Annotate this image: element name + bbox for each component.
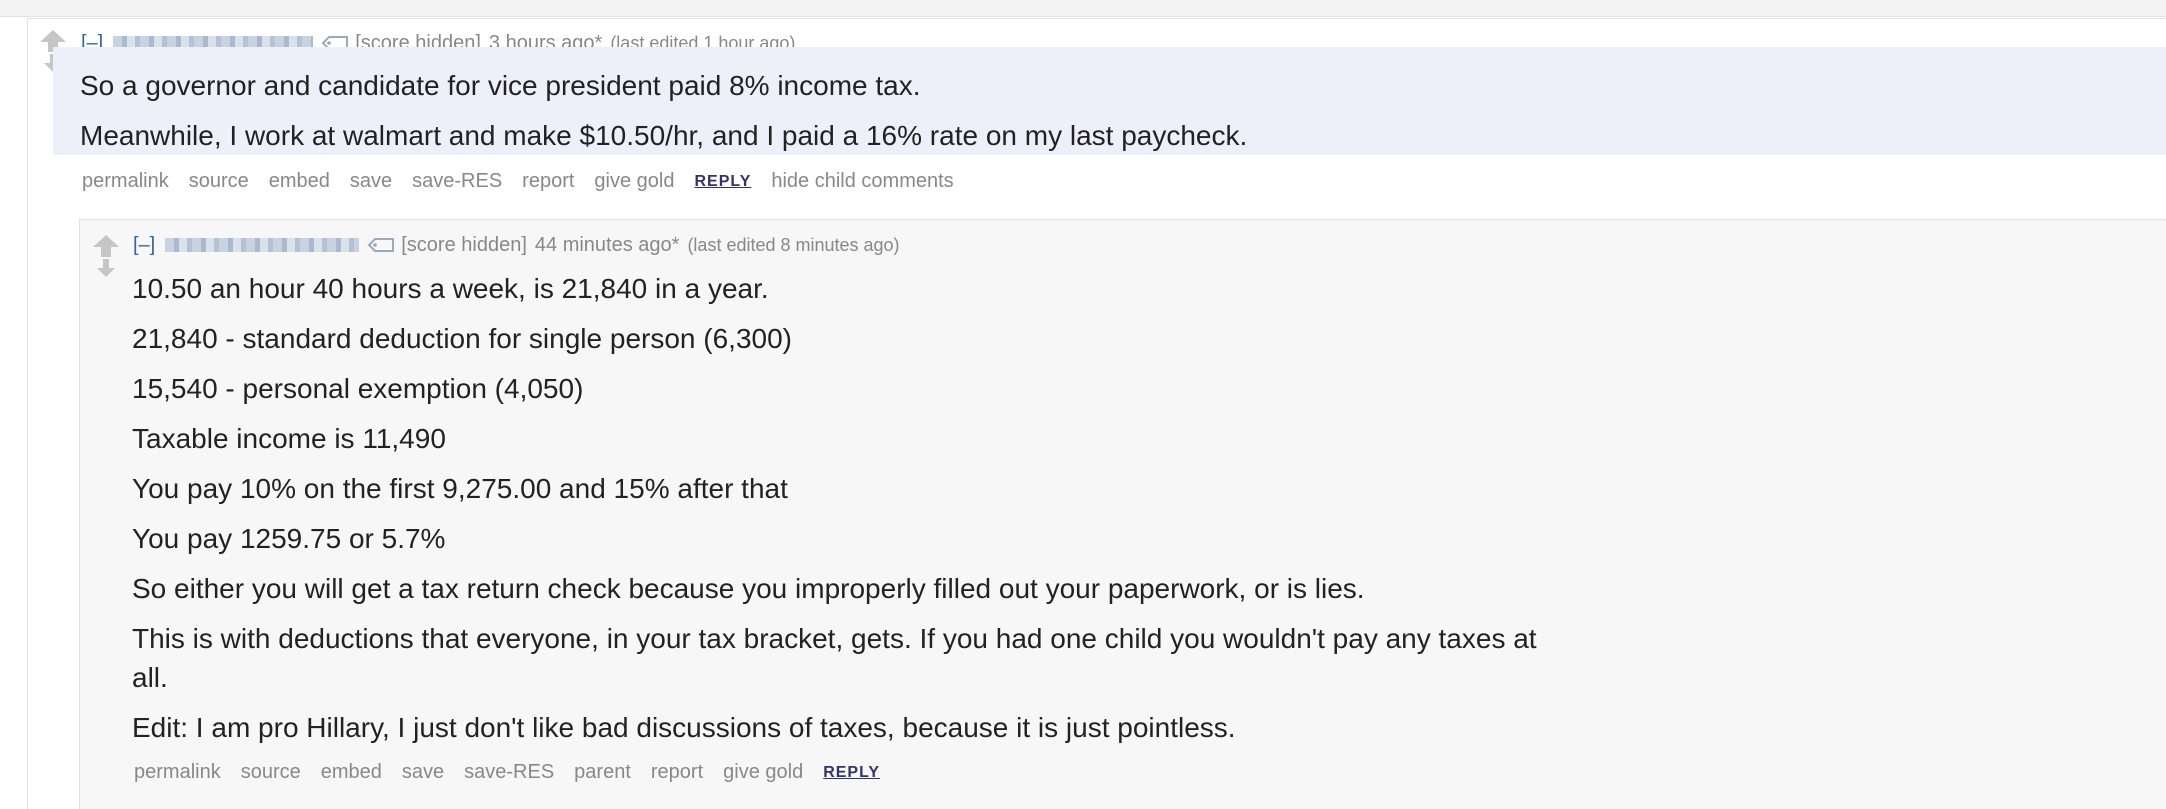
score-hidden: [score hidden] xyxy=(401,233,527,256)
comment-paragraph: So either you will get a tax return chec… xyxy=(132,573,1365,604)
reply-button[interactable]: REPLY xyxy=(823,764,880,782)
parent-comment-body: So a governor and candidate for vice pre… xyxy=(53,47,2166,155)
upvote-arrow-icon[interactable] xyxy=(91,235,121,257)
downvote-arrow-icon[interactable] xyxy=(91,259,121,279)
last-edited: (last edited 8 minutes ago) xyxy=(687,234,900,255)
embed-link[interactable]: embed xyxy=(321,761,382,784)
give-gold-link[interactable]: give gold xyxy=(594,170,674,193)
report-link[interactable]: report xyxy=(651,761,703,784)
comment-paragraph: 15,540 - personal exemption (4,050) xyxy=(132,373,584,404)
parent-action-buttons: permalink source embed save save-RES rep… xyxy=(82,170,974,193)
child-comment: [–] [score hidden] 44 minutes ago* (last… xyxy=(79,219,2166,809)
save-res-link[interactable]: save-RES xyxy=(412,170,502,193)
comment-time: 44 minutes ago* xyxy=(534,233,680,256)
embed-link[interactable]: embed xyxy=(269,170,330,193)
comment-paragraph: Taxable income is 11,490 xyxy=(132,423,446,454)
collapse-toggle[interactable]: [–] xyxy=(133,234,155,257)
comment-paragraph: You pay 10% on the first 9,275.00 and 15… xyxy=(132,473,788,504)
permalink-link[interactable]: permalink xyxy=(134,761,221,784)
save-link[interactable]: save xyxy=(402,761,444,784)
hide-child-comments-link[interactable]: hide child comments xyxy=(771,170,953,193)
save-res-link[interactable]: save-RES xyxy=(464,761,554,784)
comment-paragraph: Edit: I am pro Hillary, I just don't lik… xyxy=(132,712,1236,743)
comment-paragraph: 21,840 - standard deduction for single p… xyxy=(132,323,792,354)
author-username-blurred[interactable] xyxy=(165,238,360,252)
child-action-buttons: permalink source embed save save-RES par… xyxy=(134,761,900,784)
parent-link[interactable]: parent xyxy=(574,761,631,784)
user-tag-icon[interactable] xyxy=(367,237,395,253)
child-tagline: [–] [score hidden] 44 minutes ago* (last… xyxy=(133,232,900,258)
previous-comment-edge xyxy=(0,0,2166,17)
give-gold-link[interactable]: give gold xyxy=(723,761,803,784)
save-link[interactable]: save xyxy=(350,170,392,193)
reply-button[interactable]: REPLY xyxy=(694,173,751,191)
report-link[interactable]: report xyxy=(522,170,574,193)
source-link[interactable]: source xyxy=(189,170,249,193)
comment-paragraph: all. xyxy=(132,662,168,693)
comment-paragraph: 10.50 an hour 40 hours a week, is 21,840… xyxy=(132,273,769,304)
permalink-link[interactable]: permalink xyxy=(82,170,169,193)
source-link[interactable]: source xyxy=(241,761,301,784)
child-vote-arrows xyxy=(91,235,121,295)
comment-paragraph: Meanwhile, I work at walmart and make $1… xyxy=(80,120,1248,151)
comment-paragraph: You pay 1259.75 or 5.7% xyxy=(132,523,446,554)
comment-paragraph: This is with deductions that everyone, i… xyxy=(132,623,1537,654)
comment-paragraph: So a governor and candidate for vice pre… xyxy=(80,70,921,101)
